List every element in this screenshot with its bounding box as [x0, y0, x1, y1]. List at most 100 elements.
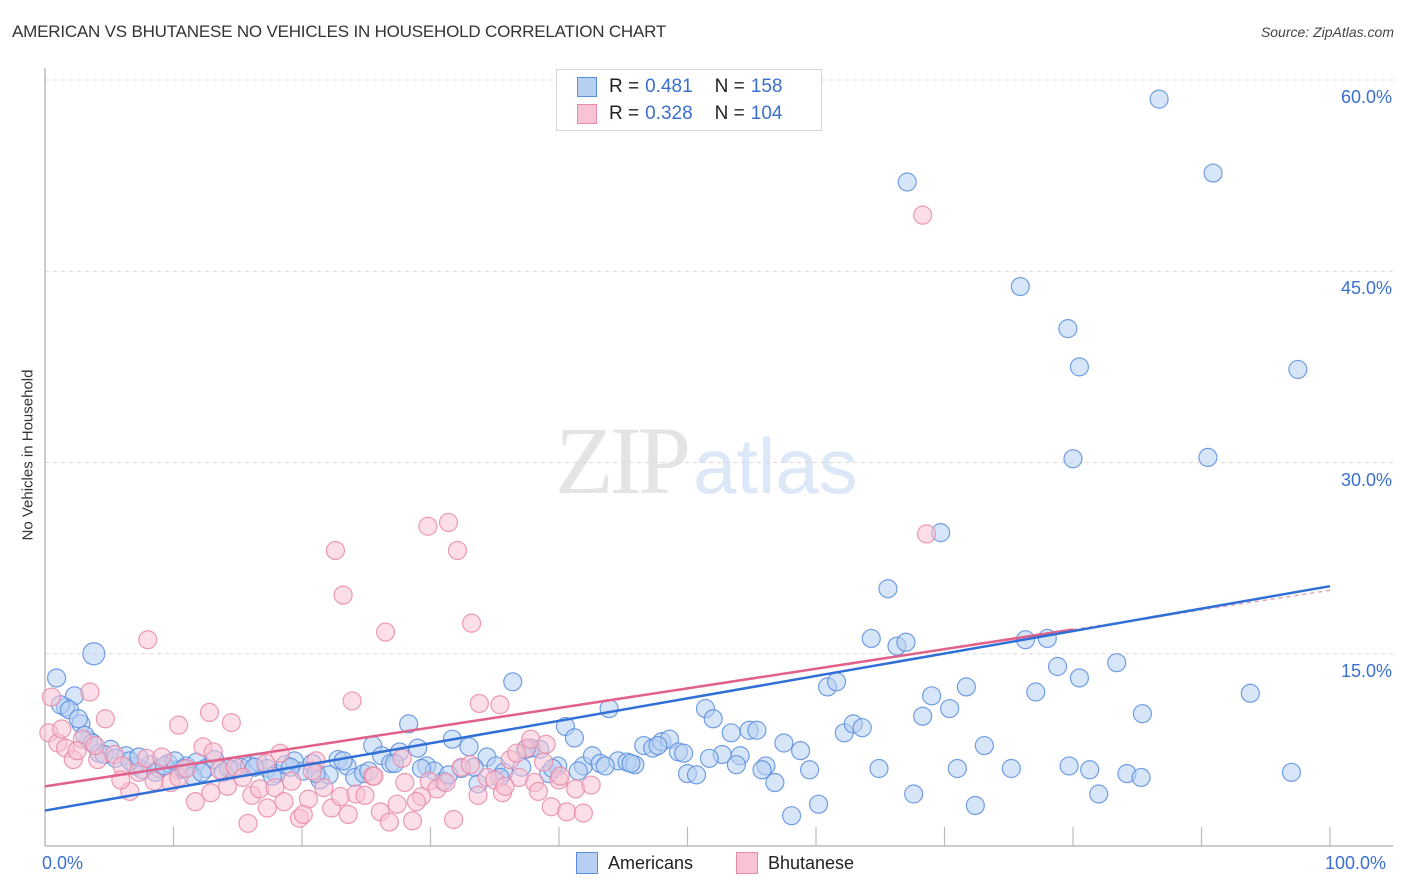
americans-point	[46, 668, 67, 688]
legend-row-bhutanese: R = 0.328 N = 104	[577, 102, 782, 126]
americans-point	[1089, 784, 1109, 804]
americans-point	[1047, 656, 1068, 677]
americans-point	[747, 720, 767, 740]
bhutanese-point	[221, 712, 241, 733]
bhutanese-point	[550, 766, 570, 786]
legend-item-bhutanese[interactable]: Bhutanese	[736, 852, 854, 874]
bhutanese-point	[444, 809, 464, 830]
bhutanese-point	[238, 813, 258, 833]
americans-point	[896, 632, 916, 652]
americans-point	[826, 672, 847, 692]
americans-point	[940, 698, 960, 719]
americans-point	[965, 795, 985, 816]
bhutanese-point	[41, 687, 62, 707]
americans-point	[1058, 319, 1078, 339]
americans-point	[869, 758, 889, 779]
bhutanese-point	[314, 778, 334, 798]
bhutanese-point	[406, 792, 426, 812]
americans-point	[595, 756, 615, 776]
americans-point	[1069, 357, 1090, 377]
bhutanese-point	[52, 719, 72, 739]
bhutanese-point	[557, 802, 577, 822]
bhutanese-point	[438, 512, 459, 533]
americans-point	[686, 765, 707, 785]
bhutanese-point	[387, 794, 407, 814]
americans-point	[1132, 704, 1152, 724]
bhutanese-point	[138, 630, 158, 650]
bhutanese-point	[402, 811, 423, 831]
bhutanese-point	[338, 804, 358, 825]
americans-point	[781, 806, 802, 826]
legend-row-americans: R = 0.481 N = 158	[577, 75, 782, 99]
bhutanese-point	[573, 803, 594, 823]
americans-point	[1198, 447, 1218, 467]
bhutanese-n-value: 104	[750, 103, 783, 124]
bhutanese-point	[67, 741, 87, 761]
bhutanese-point	[581, 775, 601, 795]
americans-point	[721, 723, 741, 743]
americans-point	[1001, 758, 1021, 779]
bhutanese-point	[257, 798, 277, 818]
bhutanese-point	[462, 613, 482, 633]
bhutanese-point	[355, 785, 375, 805]
americans-point	[861, 628, 881, 649]
americans-swatch	[577, 77, 597, 97]
bhutanese-point	[436, 772, 456, 793]
americans-point	[648, 735, 668, 756]
bhutanese-point	[468, 785, 488, 805]
americans-point	[699, 748, 719, 768]
americans-point	[1010, 276, 1030, 297]
bhutanese-r-value: 0.328	[645, 103, 693, 124]
americans-point	[408, 738, 428, 758]
y-tick-label: 60.0%	[1340, 87, 1392, 107]
americans-point	[1063, 449, 1083, 469]
bhutanese-points	[39, 205, 937, 833]
bhutanese-point	[144, 771, 164, 791]
bhutanese-point	[176, 758, 196, 779]
americans-point	[1131, 767, 1151, 788]
bhutanese-point	[274, 792, 294, 812]
americans-point	[459, 737, 479, 757]
americans-point	[1288, 359, 1308, 380]
americans-point	[82, 642, 106, 666]
bhutanese-point	[293, 804, 313, 825]
bhutanese-point	[536, 734, 556, 754]
americans-point	[703, 709, 723, 729]
bhutanese-point	[447, 540, 468, 561]
americans-point	[1069, 668, 1090, 688]
stats-legend: R = 0.481 N = 158 R = 0.328 N = 104	[556, 69, 822, 131]
axes	[44, 68, 1393, 847]
bhutanese-point	[379, 812, 399, 832]
americans-point	[1026, 682, 1046, 702]
gridlines	[45, 79, 1393, 655]
bhutanese-point	[528, 781, 549, 802]
bhutanese-point	[392, 748, 412, 768]
y-tick-label: 15.0%	[1340, 660, 1392, 681]
bhutanese-point	[80, 682, 100, 702]
americans-point	[947, 758, 967, 779]
bhutanese-point	[342, 691, 362, 711]
bhutanese-point	[152, 747, 172, 767]
bhutanese-point	[95, 709, 115, 729]
bhutanese-point	[282, 771, 302, 791]
y-tick-label: 45.0%	[1340, 278, 1392, 299]
bhutanese-point	[916, 524, 937, 544]
bhutanese-point	[325, 540, 346, 561]
americans-point	[897, 172, 917, 192]
americans-point	[752, 760, 772, 780]
bhutanese-point	[333, 585, 353, 605]
americans-n-value: 158	[750, 76, 783, 97]
americans-point	[956, 677, 976, 697]
bhutanese-point	[913, 205, 933, 225]
bhutanese-point	[169, 715, 189, 735]
bhutanese-point	[270, 743, 290, 763]
bhutanese-point	[203, 742, 223, 762]
legend-item-americans[interactable]: Americans	[576, 852, 693, 874]
americans-point	[564, 728, 585, 748]
americans-point	[774, 733, 794, 753]
americans-point	[1149, 89, 1169, 109]
bhutanese-point	[364, 766, 384, 786]
bhutanese-point	[199, 702, 220, 723]
bhutanese-point	[495, 776, 515, 796]
americans-point	[1059, 756, 1079, 776]
